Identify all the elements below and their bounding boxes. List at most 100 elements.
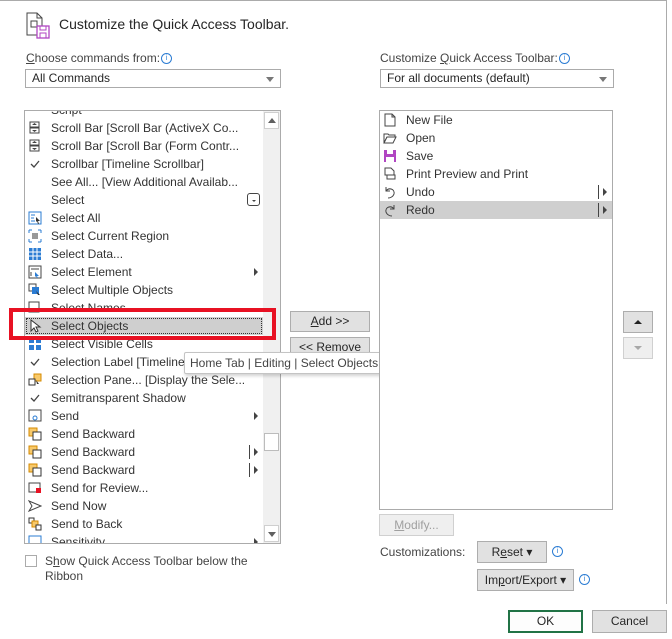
command-label: Send Backward bbox=[51, 445, 136, 459]
qat-item[interactable]: Save bbox=[380, 147, 612, 165]
ok-button[interactable]: OK bbox=[508, 610, 583, 633]
command-item[interactable]: Select All bbox=[25, 209, 263, 227]
send-backward-icon bbox=[28, 427, 42, 441]
command-item[interactable]: Select Data... bbox=[25, 245, 263, 263]
submenu-arrow-icon bbox=[254, 448, 258, 456]
selection-pane-icon bbox=[28, 373, 42, 387]
send-backward-icon bbox=[28, 463, 42, 477]
info-icon[interactable]: i bbox=[558, 53, 570, 65]
import-export-button[interactable]: Import/Export ▾ bbox=[477, 569, 574, 591]
command-label: Selection Label [Timeline bbox=[51, 355, 185, 369]
command-item[interactable]: Send Backward bbox=[25, 443, 263, 461]
import-text-2: ort/Export ▾ bbox=[504, 573, 567, 587]
redo-icon bbox=[383, 203, 397, 217]
scroll-thumb[interactable] bbox=[264, 433, 279, 451]
command-item[interactable]: Sensitivity bbox=[25, 533, 263, 543]
cb-mnemonic: h bbox=[53, 554, 60, 568]
command-label: Select Current Region bbox=[51, 229, 170, 243]
highlight-box bbox=[9, 308, 276, 340]
command-item[interactable]: Select Element bbox=[25, 263, 263, 281]
move-down-button[interactable] bbox=[623, 337, 653, 359]
command-item[interactable]: Send Backward bbox=[25, 425, 263, 443]
qat-commands-list[interactable]: New File Open Save Print Preview and Print U… bbox=[379, 110, 613, 510]
command-item[interactable]: Scroll Bar [Scroll Bar (Form Contr... bbox=[25, 137, 263, 155]
qat-item[interactable]: Undo bbox=[380, 183, 612, 201]
command-item[interactable]: Semitransparent Shadow bbox=[25, 389, 263, 407]
qat-label: New File bbox=[406, 113, 453, 127]
info-icon[interactable]: i bbox=[161, 53, 173, 65]
command-item[interactable]: Send bbox=[25, 407, 263, 425]
command-item[interactable]: Scrollbar [Timeline Scrollbar] bbox=[25, 155, 263, 173]
dropdown-value: All Commands bbox=[32, 71, 111, 85]
import-mnemonic: p bbox=[498, 573, 505, 587]
scrollbar-form-icon bbox=[28, 139, 42, 153]
qat-item[interactable]: Print Preview and Print bbox=[380, 165, 612, 183]
qat-item[interactable]: New File bbox=[380, 111, 612, 129]
send-now-icon bbox=[27, 499, 43, 513]
check-icon bbox=[28, 355, 42, 369]
command-item[interactable]: Script bbox=[25, 111, 263, 119]
command-label: Select bbox=[51, 193, 85, 207]
command-item[interactable]: Send Now bbox=[25, 497, 263, 515]
submenu-arrow-icon bbox=[254, 412, 258, 420]
qat-label: Print Preview and Print bbox=[406, 167, 529, 181]
command-item[interactable]: Select Multiple Objects bbox=[25, 281, 263, 299]
import-info-icon[interactable]: i bbox=[579, 574, 590, 585]
select-region-icon bbox=[28, 229, 42, 243]
qat-label: Save bbox=[406, 149, 434, 163]
customizations-label: Customizations: bbox=[380, 545, 466, 559]
split-separator bbox=[249, 445, 250, 459]
show-below-ribbon-label[interactable]: Show Quick Access Toolbar below the Ribb… bbox=[45, 554, 248, 584]
show-below-ribbon-checkbox[interactable] bbox=[25, 555, 37, 567]
qat-label: Redo bbox=[406, 203, 435, 217]
label-mnemonic: Q bbox=[440, 51, 450, 65]
command-item[interactable]: See All... [View Additional Availab... bbox=[25, 173, 263, 191]
cancel-button[interactable]: Cancel bbox=[592, 610, 667, 633]
label-text-1: Customize bbox=[380, 51, 441, 65]
add-button[interactable]: Add >> bbox=[290, 311, 370, 332]
command-item[interactable]: Send to Back bbox=[25, 515, 263, 533]
command-item[interactable]: Send Backward bbox=[25, 461, 263, 479]
arrow-up-icon bbox=[634, 320, 642, 324]
reset-info-icon[interactable]: i bbox=[552, 546, 563, 557]
label-mnemonic: C bbox=[26, 51, 35, 65]
command-label: Scroll Bar [Scroll Bar (ActiveX Co... bbox=[51, 121, 239, 135]
command-item[interactable]: Send for Review... bbox=[25, 479, 263, 497]
command-item[interactable]: Select bbox=[25, 191, 263, 209]
chevron-down-icon bbox=[599, 77, 607, 82]
chevron-down-icon bbox=[266, 77, 274, 82]
arrow-down-icon bbox=[267, 532, 276, 537]
open-folder-icon bbox=[383, 131, 397, 145]
modify-button[interactable]: Modify... bbox=[379, 514, 454, 536]
reset-text-2: set ▾ bbox=[506, 545, 533, 559]
reset-text-1: R bbox=[491, 545, 501, 559]
command-item[interactable]: Scroll Bar [Scroll Bar (ActiveX Co... bbox=[25, 119, 263, 137]
command-label: See All... [View Additional Availab... bbox=[51, 175, 239, 189]
reset-button[interactable]: Reset ▾ bbox=[477, 541, 547, 563]
import-text-1: Im bbox=[484, 573, 499, 587]
command-label: Send bbox=[51, 409, 80, 423]
qat-item[interactable]: Redo bbox=[380, 201, 612, 219]
dropdown-value: For all documents (default) bbox=[387, 71, 530, 85]
move-up-button[interactable] bbox=[623, 311, 653, 333]
check-icon bbox=[28, 391, 42, 405]
reset-mnemonic: e bbox=[500, 545, 507, 559]
qat-scope-dropdown[interactable]: For all documents (default) bbox=[380, 69, 614, 88]
command-label: Send Backward bbox=[51, 427, 136, 441]
command-label: Select Element bbox=[51, 265, 132, 279]
choose-commands-label: Choose commands from: i bbox=[26, 51, 173, 65]
add-mnemonic: A bbox=[310, 314, 319, 328]
customize-qat-label: Customize Quick Access Toolbar: i bbox=[380, 51, 570, 65]
command-item[interactable]: Select Current Region bbox=[25, 227, 263, 245]
dropdown-gallery-icon bbox=[247, 193, 260, 206]
choose-commands-dropdown[interactable]: All Commands bbox=[25, 69, 281, 88]
split-separator bbox=[598, 203, 599, 217]
send-review-icon bbox=[28, 481, 42, 495]
command-label: Send for Review... bbox=[51, 481, 149, 495]
label-text-2: uick Access Toolbar: bbox=[449, 51, 558, 65]
select-all-icon bbox=[28, 211, 42, 225]
qat-item[interactable]: Open bbox=[380, 129, 612, 147]
scroll-up-button[interactable] bbox=[264, 112, 279, 129]
scroll-down-button[interactable] bbox=[264, 525, 279, 542]
check-icon bbox=[28, 157, 42, 171]
